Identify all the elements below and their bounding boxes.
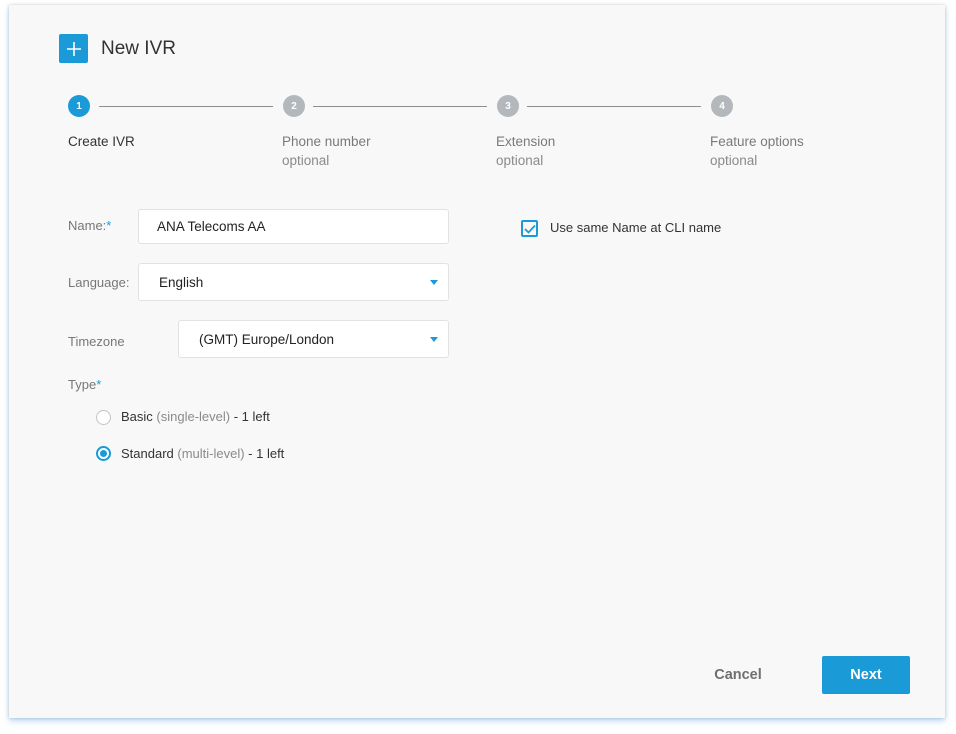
step-4-label: Feature options	[710, 134, 804, 149]
step-3-label: Extension	[496, 134, 556, 149]
step-connector-2	[313, 106, 487, 107]
plus-icon[interactable]	[59, 34, 88, 63]
step-2-label: Phone number	[282, 134, 371, 149]
dialog-title: New IVR	[101, 37, 176, 59]
step-connector-3	[527, 106, 701, 107]
step-3-circle[interactable]: 3	[497, 95, 519, 117]
step-4-sublabel: optional	[710, 153, 758, 168]
type-standard-radio[interactable]	[96, 446, 111, 461]
name-input-value: ANA Telecoms AA	[157, 219, 266, 234]
name-label: Name:*	[68, 218, 112, 233]
step-connector-1	[99, 106, 273, 107]
chevron-down-icon	[430, 337, 438, 342]
step-2-sublabel: optional	[282, 153, 330, 168]
language-select-value: English	[159, 274, 204, 290]
type-basic-label[interactable]: Basic (single-level) - 1 left	[121, 409, 270, 424]
wizard-stepper: 1 2 3 4 Create IVR Phone number optional…	[59, 90, 839, 180]
language-select[interactable]: English	[138, 263, 449, 301]
type-standard-label[interactable]: Standard (multi-level) - 1 left	[121, 446, 284, 461]
same-name-checkbox-label[interactable]: Use same Name at CLI name	[550, 220, 721, 235]
chevron-down-icon	[430, 280, 438, 285]
step-4-circle[interactable]: 4	[711, 95, 733, 117]
timezone-select[interactable]: (GMT) Europe/London	[178, 320, 449, 358]
step-2-circle[interactable]: 2	[283, 95, 305, 117]
check-icon	[523, 224, 536, 234]
type-basic-radio[interactable]	[96, 410, 111, 425]
name-input[interactable]: ANA Telecoms AA	[138, 209, 449, 244]
timezone-select-value: (GMT) Europe/London	[199, 331, 335, 347]
language-label: Language:	[68, 275, 130, 290]
step-1-label: Create IVR	[68, 134, 135, 149]
dialog-header: New IVR	[59, 34, 176, 63]
cancel-button[interactable]: Cancel	[700, 656, 776, 694]
timezone-label: Timezone	[68, 334, 125, 349]
same-name-checkbox[interactable]	[521, 220, 538, 237]
type-label: Type*	[68, 377, 102, 392]
step-1-circle[interactable]: 1	[68, 95, 90, 117]
next-button[interactable]: Next	[822, 656, 910, 694]
step-3-sublabel: optional	[496, 153, 544, 168]
